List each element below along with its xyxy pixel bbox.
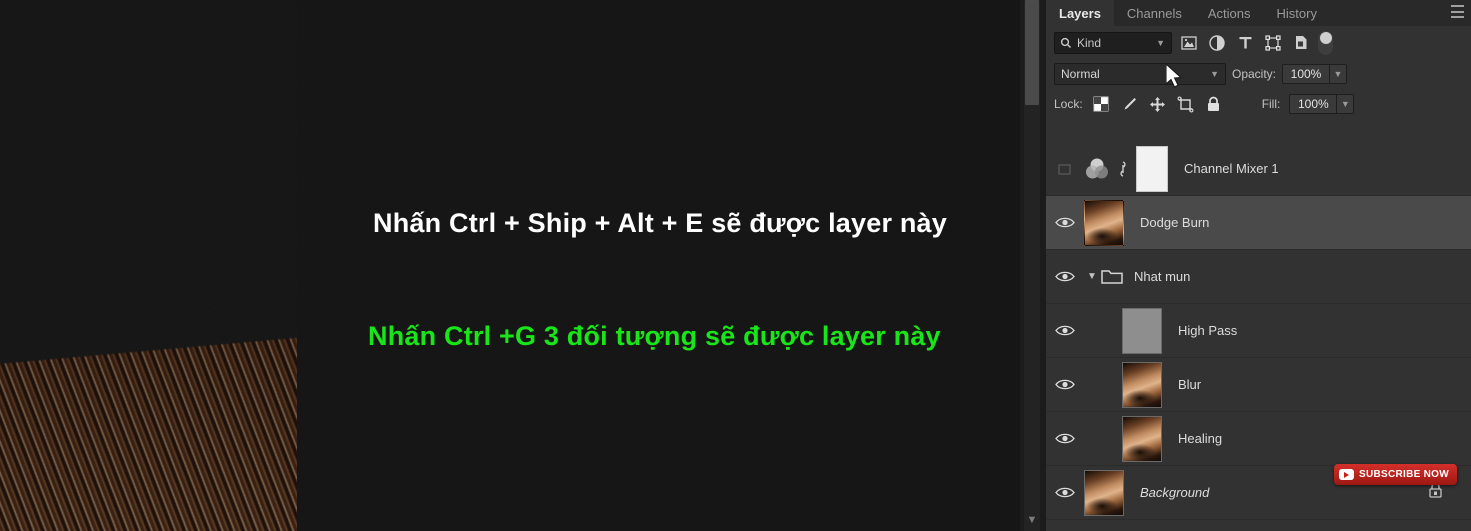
subscribe-label: SUBSCRIBE NOW <box>1358 469 1449 480</box>
tab-channels[interactable]: Channels <box>1113 0 1195 26</box>
layer-name: Dodge Burn <box>1140 215 1210 230</box>
eye-icon-off <box>1058 163 1071 175</box>
search-icon <box>1060 37 1071 48</box>
filter-kind-value: Kind <box>1077 35 1102 50</box>
subscribe-watermark[interactable]: SUBSCRIBE NOW <box>1333 464 1457 485</box>
layer-thumbnail-group[interactable] <box>1084 469 1124 516</box>
folder-icon <box>1100 268 1124 285</box>
channel-mixer-icon <box>1086 158 1108 178</box>
canvas-photo <box>0 0 297 531</box>
canvas-background <box>297 0 1020 531</box>
hamburger-menu-icon[interactable] <box>1451 5 1464 18</box>
lock-all-icon[interactable] <box>1204 95 1223 114</box>
tab-history-label: History <box>1276 5 1317 21</box>
layer-visibility-toggle[interactable] <box>1046 270 1084 283</box>
layer-visibility-toggle[interactable] <box>1046 216 1084 229</box>
layer-visibility-toggle[interactable] <box>1046 324 1084 337</box>
tab-channels-label: Channels <box>1126 5 1182 21</box>
layer-mask-thumbnail[interactable] <box>1136 145 1168 192</box>
layer-name: Nhat mun <box>1134 269 1191 284</box>
blend-mode-row: Normal ▼ Opacity: 100% ▼ <box>1046 59 1471 89</box>
table-row[interactable]: High Pass <box>1046 304 1471 358</box>
link-mask-icon[interactable] <box>1117 159 1129 179</box>
blend-mode-value: Normal <box>1061 67 1100 81</box>
layer-name: Background <box>1140 485 1210 500</box>
table-row[interactable]: Blur <box>1046 358 1471 412</box>
opacity-label: Opacity: <box>1232 67 1277 81</box>
layer-visibility-toggle[interactable] <box>1046 432 1084 445</box>
adjustment-layer-filter-icon[interactable] <box>1206 32 1228 54</box>
lock-image-pixels-icon[interactable] <box>1120 95 1139 114</box>
layer-name: Blur <box>1178 377 1202 392</box>
lock-label: Lock: <box>1054 97 1083 111</box>
layer-thumbnail-group[interactable] <box>1084 200 1124 246</box>
layer-name: Channel Mixer 1 <box>1184 161 1279 176</box>
shape-layer-filter-icon[interactable] <box>1262 32 1284 54</box>
eye-icon <box>1055 271 1075 282</box>
layer-visibility-toggle[interactable] <box>1046 378 1084 391</box>
type-layer-filter-icon[interactable] <box>1234 32 1256 54</box>
layer-thumbnail-group[interactable] <box>1122 307 1162 354</box>
chevron-down-icon[interactable]: ▼ <box>1156 38 1165 48</box>
chevron-down-icon[interactable]: ▼ <box>1084 271 1100 282</box>
filter-enable-toggle[interactable] <box>1318 30 1333 55</box>
lock-position-icon[interactable] <box>1148 95 1167 114</box>
chevron-down-icon[interactable]: ▼ <box>1210 69 1219 79</box>
pixel-layer-filter-icon[interactable] <box>1178 32 1200 54</box>
layer-thumbnail[interactable] <box>1084 200 1124 246</box>
layer-thumbnail[interactable] <box>1122 307 1162 354</box>
scrollbar-thumb[interactable] <box>1025 0 1039 105</box>
chevron-down-icon[interactable]: ▼ <box>1336 95 1353 113</box>
opacity-field[interactable]: 100% ▼ <box>1282 64 1348 84</box>
layer-thumbnail-group[interactable] <box>1122 415 1162 462</box>
canvas-vertical-scrollbar[interactable]: ▼ <box>1024 0 1040 531</box>
tab-actions[interactable]: Actions <box>1194 0 1264 26</box>
layer-thumbnail-group[interactable] <box>1122 361 1162 408</box>
tab-actions-label: Actions <box>1207 5 1251 21</box>
layer-thumbnail[interactable] <box>1122 415 1162 462</box>
layer-thumbnail[interactable] <box>1122 361 1162 408</box>
youtube-icon <box>1338 469 1354 480</box>
opacity-value: 100% <box>1290 67 1322 81</box>
layers-panel: Layers Channels Actions History Kind ▼ N… <box>1046 0 1471 531</box>
eye-icon <box>1055 379 1075 390</box>
mouse-pointer-icon <box>1166 64 1183 88</box>
smart-object-filter-icon[interactable] <box>1290 32 1312 54</box>
annotation-text-green: Nhấn Ctrl +G 3 đối tượng sẽ được layer n… <box>368 321 941 351</box>
layer-visibility-toggle[interactable] <box>1046 163 1084 175</box>
layer-filter-row: Kind ▼ <box>1046 26 1471 59</box>
eye-icon <box>1055 487 1075 498</box>
layer-name: Healing <box>1178 431 1223 446</box>
filter-kind-select[interactable]: Kind ▼ <box>1054 31 1172 54</box>
tab-layers[interactable]: Layers <box>1046 0 1114 26</box>
tab-layers-label: Layers <box>1059 5 1101 21</box>
table-row[interactable]: Dodge Burn <box>1046 196 1471 250</box>
chevron-down-icon[interactable]: ▼ <box>1024 513 1040 527</box>
lock-transparent-pixels-icon[interactable] <box>1092 95 1111 114</box>
lock-row: Lock: Fill: 100% ▼ <box>1046 89 1471 119</box>
eye-icon <box>1055 433 1075 444</box>
layer-name: High Pass <box>1178 323 1238 338</box>
fill-label: Fill: <box>1261 97 1281 111</box>
photoshop-window: Nhấn Ctrl + Ship + Alt + E sẽ được layer… <box>0 0 1471 531</box>
table-row[interactable]: ▼ Nhat mun <box>1046 250 1471 304</box>
chevron-down-icon[interactable]: ▼ <box>1329 65 1346 83</box>
eye-icon <box>1055 217 1075 228</box>
layer-thumbnail[interactable] <box>1084 469 1124 516</box>
table-row[interactable]: Channel Mixer 1 <box>1046 142 1471 196</box>
fill-value: 100% <box>1298 97 1329 111</box>
layer-visibility-toggle[interactable] <box>1046 486 1084 499</box>
canvas-area[interactable]: Nhấn Ctrl + Ship + Alt + E sẽ được layer… <box>0 0 1195 531</box>
fill-field[interactable]: 100% ▼ <box>1289 94 1355 114</box>
eye-icon <box>1055 325 1075 336</box>
lock-artboard-nesting-icon[interactable] <box>1176 95 1195 114</box>
annotation-text-white: Nhấn Ctrl + Ship + Alt + E sẽ được layer… <box>373 208 947 238</box>
tab-history[interactable]: History <box>1263 0 1330 26</box>
table-row[interactable]: Healing <box>1046 412 1471 466</box>
panel-tabbar: Layers Channels Actions History <box>1046 0 1471 26</box>
layer-thumbnail-group[interactable] <box>1084 145 1168 192</box>
blend-mode-select[interactable]: Normal ▼ <box>1054 63 1226 85</box>
